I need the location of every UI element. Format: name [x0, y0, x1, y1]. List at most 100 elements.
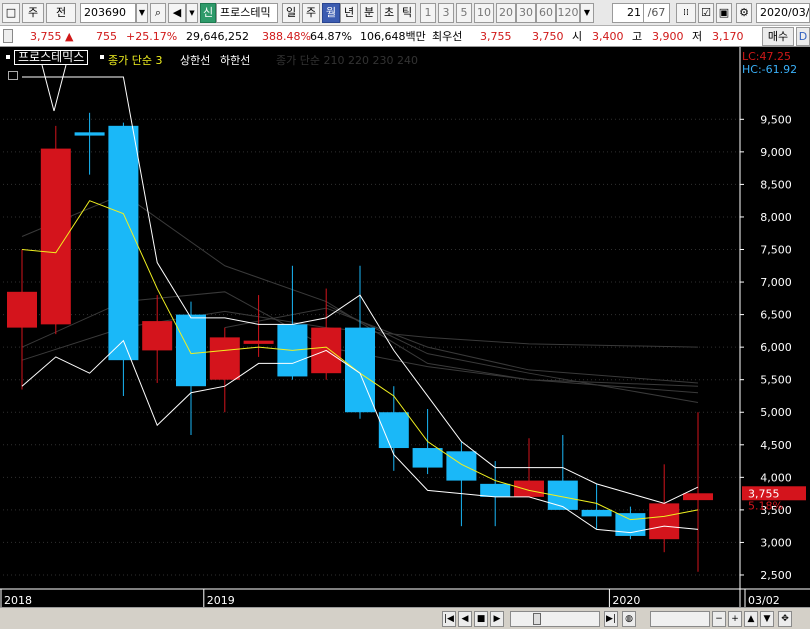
table-icon[interactable]: [8, 71, 18, 80]
page-count-input[interactable]: 21: [612, 3, 644, 23]
y-tick-label: 3,000: [760, 536, 792, 549]
scroll-end-icon[interactable]: ▶|: [604, 611, 618, 627]
price-chart[interactable]: 2,500 3,000 3,500 4,000 4,500 5,000 5,500 6,000…: [0, 47, 810, 607]
extra-button[interactable]: D: [796, 27, 810, 46]
minus-icon[interactable]: −: [712, 611, 726, 627]
buy-label: 매수: [767, 30, 789, 43]
y-tick-label: 6,500: [760, 309, 792, 322]
legend-bullet-icon: [6, 55, 10, 59]
period-week[interactable]: 주: [302, 3, 320, 23]
period-year[interactable]: 년: [340, 3, 358, 23]
scroll-next-icon[interactable]: ▶: [490, 611, 504, 627]
legend-stock-name-text: 프로스테믹스: [18, 50, 85, 64]
candle-down: [176, 314, 206, 387]
x-tick-label: 03/02: [748, 594, 780, 607]
interval-120-label: 120: [557, 6, 579, 19]
date-value: 2020/03/0: [760, 6, 810, 19]
interval-10[interactable]: 10: [474, 3, 494, 23]
scroll-thumb[interactable]: [533, 613, 541, 625]
zoom-slider[interactable]: [650, 611, 710, 627]
interval-5-label: 5: [460, 6, 468, 19]
y-tick-label: 5,500: [760, 374, 792, 387]
y-tick-label: 7,000: [760, 276, 792, 289]
market-label: 주: [27, 6, 39, 19]
move-icon[interactable]: ✥: [778, 611, 792, 627]
quote-info-row: 3,755 ▲ 755 +25.17% 29,646,252 388.48% 6…: [0, 26, 810, 47]
y-tick-label: 7,500: [760, 244, 792, 257]
open-price: 3,400: [592, 30, 624, 43]
page-count: 21: [627, 6, 641, 19]
grid-icon[interactable]: ⁞⁞: [676, 3, 696, 23]
row-icon[interactable]: [3, 29, 13, 43]
volume: 29,646,252: [186, 30, 249, 43]
check-icon[interactable]: ☑: [698, 3, 714, 23]
up-icon[interactable]: ▲: [744, 611, 758, 627]
period-second-label: 초: [383, 6, 395, 19]
sound-icon[interactable]: ◀: [168, 3, 186, 23]
candle-up: [7, 291, 37, 328]
period-tick[interactable]: 틱: [398, 3, 416, 23]
toolbar: □ 주 전 203690 ▼ ⌕ ◀ ▼ 신 프로스테믹 일 주 월 년 분 초…: [0, 0, 810, 26]
period-month-label: 월: [325, 6, 337, 19]
extra-label: D: [798, 30, 808, 43]
period-day-label: 일: [285, 6, 297, 19]
down-icon[interactable]: ▼: [760, 611, 774, 627]
period-week-label: 주: [305, 6, 317, 19]
interval-1[interactable]: 1: [420, 3, 436, 23]
gear-icon[interactable]: ⚙: [736, 3, 752, 23]
candle-up: [514, 480, 544, 497]
period-minute-label: 분: [363, 6, 375, 19]
interval-20-label: 20: [499, 6, 513, 19]
interval-10-label: 10: [477, 6, 491, 19]
candle-down: [412, 448, 443, 468]
low-price: 3,170: [712, 30, 744, 43]
best-quote-label: 최우선: [432, 30, 463, 43]
stock-name: 프로스테믹: [220, 6, 271, 19]
date-field[interactable]: 2020/03/0: [756, 3, 810, 23]
layout-icon[interactable]: □: [2, 3, 20, 23]
period-minute[interactable]: 분: [360, 3, 378, 23]
period-day[interactable]: 일: [282, 3, 300, 23]
stock-name-field: 프로스테믹: [216, 3, 278, 23]
chevron-down-icon[interactable]: ▼: [136, 3, 148, 23]
credit-badge: 신: [200, 3, 216, 23]
interval-5[interactable]: 5: [456, 3, 472, 23]
scroll-prev-icon[interactable]: ◀: [458, 611, 472, 627]
candle-down: [108, 125, 139, 361]
plus-icon[interactable]: +: [728, 611, 742, 627]
y-tick-label: 8,500: [760, 178, 792, 191]
low-label: 저: [692, 30, 703, 43]
code-input[interactable]: 203690: [80, 3, 136, 23]
candlestick-chart-svg[interactable]: 2,5003,0003,5004,0004,5005,0005,5006,000…: [0, 47, 810, 607]
scroll-stop-icon[interactable]: ■: [474, 611, 488, 627]
price-change-pct: +25.17%: [126, 30, 178, 43]
interval-30[interactable]: 30: [516, 3, 536, 23]
high-label: 고: [632, 30, 643, 43]
credit-label: 신: [202, 6, 214, 19]
high-price: 3,900: [652, 30, 684, 43]
legend-upper-band: 상한선: [180, 54, 211, 67]
current-price-pct: 5.18%: [748, 499, 783, 512]
scroll-first-icon[interactable]: |◀: [442, 611, 456, 627]
search-icon[interactable]: ⌕: [150, 3, 166, 23]
market-select[interactable]: 주: [22, 3, 44, 23]
zoom-icon[interactable]: ◍: [622, 611, 636, 627]
interval-chevron-icon[interactable]: ▼: [580, 3, 594, 23]
legend-ma3: 종가 단순 3: [108, 54, 163, 67]
interval-60[interactable]: 60: [536, 3, 556, 23]
buy-button[interactable]: 매수: [762, 27, 794, 46]
scroll-track[interactable]: [510, 611, 600, 627]
period-second[interactable]: 초: [380, 3, 398, 23]
page-total: /67: [647, 6, 666, 19]
y-tick-label: 9,000: [760, 146, 792, 159]
current-price-value: 3,755: [30, 30, 62, 43]
interval-3[interactable]: 3: [438, 3, 454, 23]
interval-120[interactable]: 120: [556, 3, 580, 23]
code-value: 203690: [84, 6, 126, 19]
interval-20[interactable]: 20: [496, 3, 516, 23]
period-month[interactable]: 월: [322, 3, 340, 23]
sound-chevron-icon[interactable]: ▼: [186, 3, 198, 23]
interval-60-label: 60: [539, 6, 553, 19]
prev-button[interactable]: 전: [46, 3, 76, 23]
save-icon[interactable]: ▣: [716, 3, 732, 23]
